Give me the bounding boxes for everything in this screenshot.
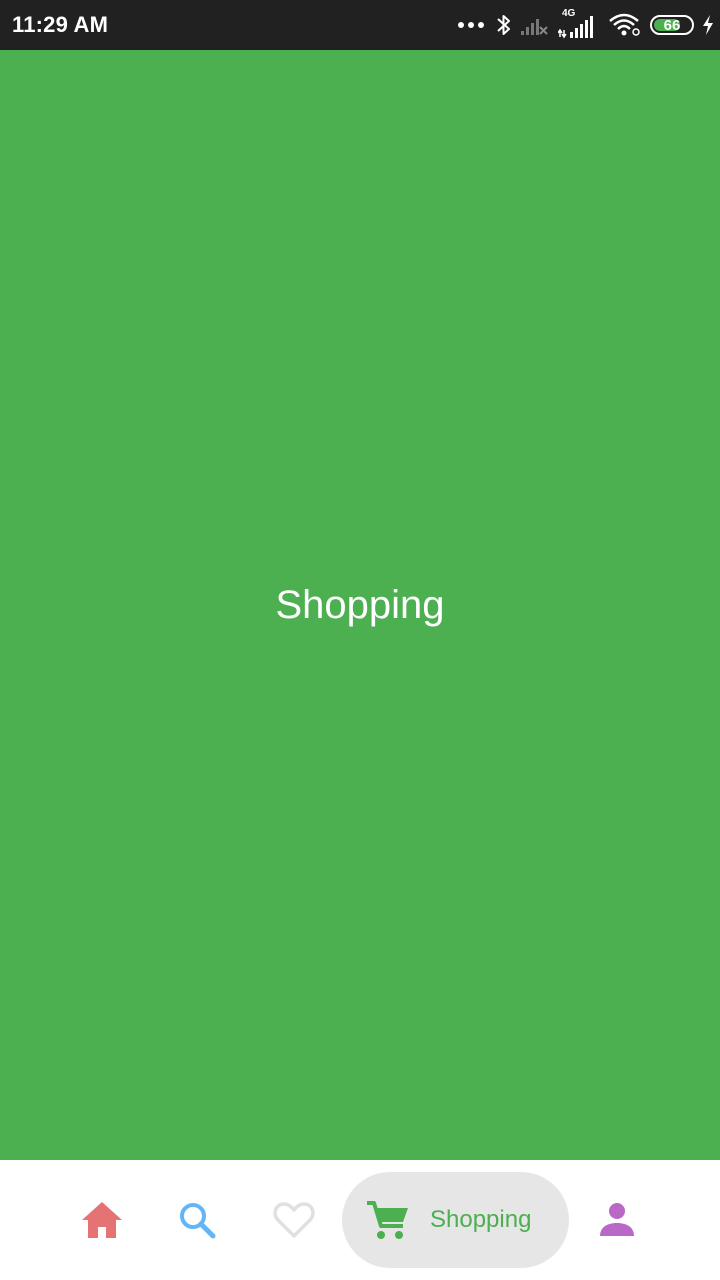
signal-4g-icon: 4G [558, 8, 600, 40]
more-notifications-icon [458, 22, 484, 28]
battery-icon: 66 [650, 15, 694, 35]
signal-no-service-icon [520, 13, 550, 37]
home-icon [81, 1201, 123, 1239]
page-title: Shopping [275, 582, 445, 627]
person-icon [599, 1202, 635, 1238]
battery-level: 66 [663, 16, 681, 34]
bottom-navigation: Shopping [0, 1160, 720, 1280]
nav-item-shopping[interactable]: Shopping [342, 1172, 569, 1268]
nav-item-likes[interactable] [254, 1172, 334, 1268]
shopping-page: Shopping [0, 50, 720, 1160]
bluetooth-icon [496, 12, 512, 38]
nav-item-profile[interactable] [577, 1172, 657, 1268]
nav-label-shopping: Shopping [430, 1206, 532, 1233]
wifi-icon [608, 12, 642, 38]
status-time: 11:29 AM [12, 12, 109, 37]
cart-icon [366, 1199, 410, 1241]
status-icons: 4G 66 [450, 0, 714, 50]
nav-item-search[interactable] [157, 1172, 237, 1268]
search-icon [178, 1201, 216, 1239]
charging-icon [702, 14, 714, 36]
status-bar: 11:29 AM 4G 66 [0, 0, 720, 50]
heart-outline-icon [273, 1201, 315, 1239]
nav-item-home[interactable] [62, 1172, 142, 1268]
